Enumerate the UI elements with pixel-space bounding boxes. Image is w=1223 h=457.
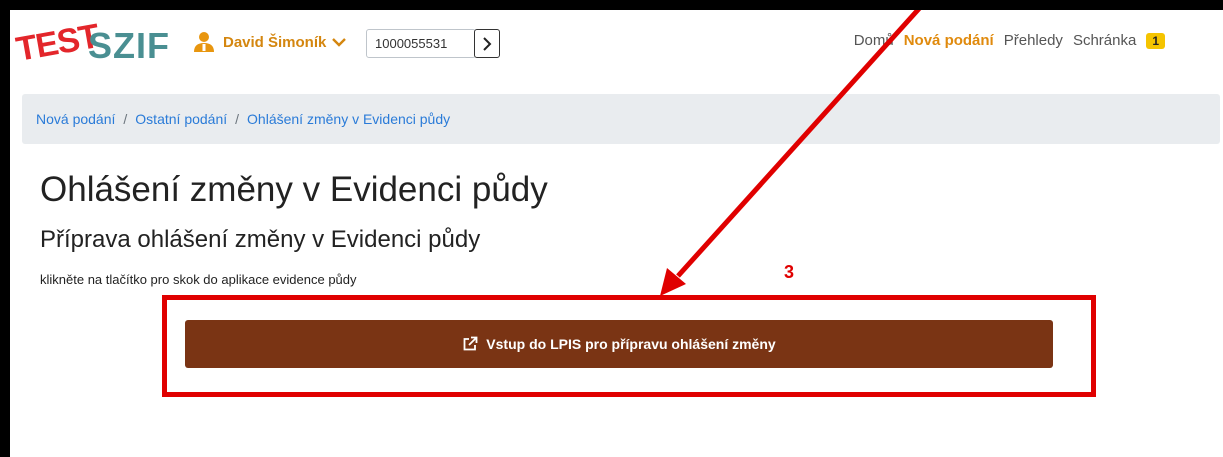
page: TEST SZIF David Šimoník Domů Nová podání… — [10, 10, 1223, 457]
annotation-arrow — [660, 10, 922, 296]
